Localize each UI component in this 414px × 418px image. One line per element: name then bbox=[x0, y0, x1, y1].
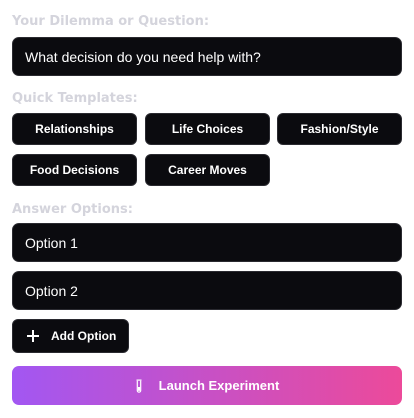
template-label: Relationships bbox=[35, 122, 114, 136]
answer-option-1[interactable]: Option 1 bbox=[12, 223, 402, 262]
template-label: Life Choices bbox=[171, 122, 244, 136]
template-relationships[interactable]: Relationships bbox=[12, 113, 137, 145]
dilemma-input[interactable]: What decision do you need help with? bbox=[12, 37, 402, 76]
answer-option-value: Option 1 bbox=[25, 234, 78, 251]
launch-experiment-button[interactable]: Launch Experiment bbox=[12, 366, 402, 405]
template-fashion-style[interactable]: Fashion/Style bbox=[277, 113, 402, 145]
template-label: Fashion/Style bbox=[300, 122, 379, 136]
templates-label: Quick Templates: bbox=[12, 91, 138, 106]
template-career-moves[interactable]: Career Moves bbox=[145, 154, 270, 186]
answers-label: Answer Options: bbox=[12, 202, 133, 217]
answer-option-value: Option 2 bbox=[25, 282, 78, 299]
template-label: Food Decisions bbox=[29, 163, 120, 177]
template-life-choices[interactable]: Life Choices bbox=[145, 113, 270, 145]
test-tube-icon bbox=[136, 379, 142, 393]
launch-label: Launch Experiment bbox=[158, 378, 280, 393]
add-option-button[interactable]: Add Option bbox=[12, 319, 129, 353]
answer-option-2[interactable]: Option 2 bbox=[12, 271, 402, 310]
dilemma-placeholder: What decision do you need help with? bbox=[25, 48, 261, 65]
template-label: Career Moves bbox=[168, 163, 247, 177]
dilemma-label: Your Dilemma or Question: bbox=[12, 14, 210, 29]
add-option-label: Add Option bbox=[51, 329, 117, 343]
template-food-decisions[interactable]: Food Decisions bbox=[12, 154, 137, 186]
experiment-form: Your Dilemma or Question: What decision … bbox=[0, 0, 414, 418]
plus-icon bbox=[27, 330, 39, 342]
